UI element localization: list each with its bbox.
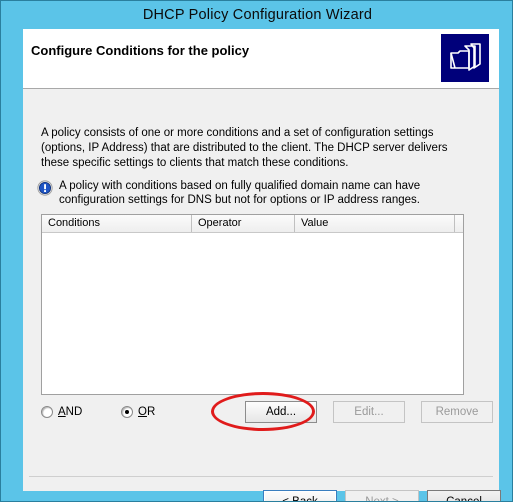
radio-or-label: OR [138,406,156,418]
radio-or-indicator[interactable] [121,406,133,418]
wizard-header: Configure Conditions for the policy [23,29,499,89]
intro-description: A policy consists of one or more conditi… [41,127,448,169]
dhcp-policy-wizard-window: DHCP Policy Configuration Wizard Configu… [0,0,513,502]
radio-and[interactable]: AND [41,406,82,418]
add-button[interactable]: Add... [245,401,317,423]
column-header-value[interactable]: Value [295,215,455,232]
window-title: DHCP Policy Configuration Wizard [142,7,373,23]
info-icon [37,180,53,196]
column-header-filler [455,215,463,232]
column-header-conditions[interactable]: Conditions [42,215,192,232]
back-button[interactable]: < Back [263,490,337,501]
listview-header: Conditions Operator Value [42,215,463,233]
page-title: Configure Conditions for the policy [31,43,250,58]
wizard-client-area: Configure Conditions for the policy A po… [23,29,501,501]
cancel-button[interactable]: Cancel [427,490,501,501]
wizard-body: A policy consists of one or more conditi… [23,90,501,501]
footer-separator [29,476,493,477]
remove-button: Remove [421,401,493,423]
radio-and-indicator[interactable] [41,406,53,418]
info-note-text: A policy with conditions based on fully … [59,180,421,206]
conditions-listview[interactable]: Conditions Operator Value [41,214,464,395]
info-note: A policy with conditions based on fully … [37,179,477,207]
next-button: Next > [345,490,419,501]
window-titlebar: DHCP Policy Configuration Wizard [1,1,512,29]
folders-stack-icon [441,34,489,82]
listview-rows[interactable] [42,233,463,394]
radio-and-label: AND [58,406,83,418]
edit-button: Edit... [333,401,405,423]
radio-or[interactable]: OR [121,406,155,418]
column-header-operator[interactable]: Operator [192,215,295,232]
